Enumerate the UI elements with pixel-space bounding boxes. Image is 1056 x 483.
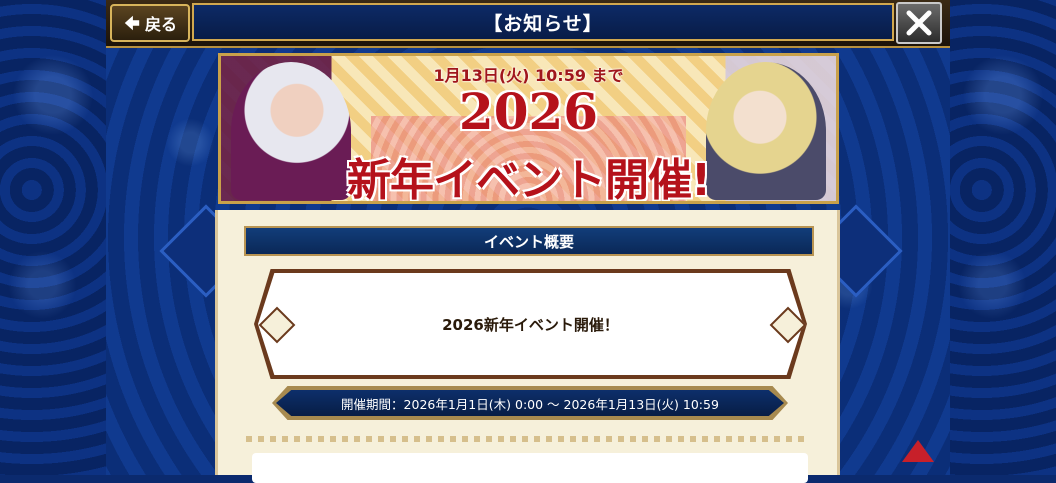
background-left — [0, 0, 106, 475]
event-banner[interactable]: 1月13日(火) 10:59 まで 2026 新年イベント開催! — [218, 53, 839, 204]
arrow-left-icon — [124, 15, 140, 31]
next-card — [252, 453, 808, 483]
back-button[interactable]: 戻る — [110, 4, 190, 42]
banner-title: 新年イベント開催! — [346, 155, 711, 204]
close-button[interactable] — [896, 2, 942, 44]
event-period: 開催期間：2026年1月1日(木) 0:00 ～ 2026年1月13日(火) 1… — [276, 390, 784, 416]
event-message: 2026新年イベント開催！ — [258, 273, 803, 375]
background-right — [950, 0, 1056, 475]
scroll-up-icon[interactable] — [902, 440, 934, 462]
close-icon — [906, 10, 932, 36]
divider — [246, 436, 809, 442]
section-heading: イベント概要 — [244, 226, 814, 256]
banner-year: 2026 — [458, 82, 599, 141]
notice-panel: イベント概要 2026新年イベント開催！ 開催期間：2026年1月1日(木) 0… — [215, 210, 840, 483]
page-title: 【お知らせ】 — [192, 3, 894, 41]
back-button-label: 戻る — [144, 15, 177, 34]
